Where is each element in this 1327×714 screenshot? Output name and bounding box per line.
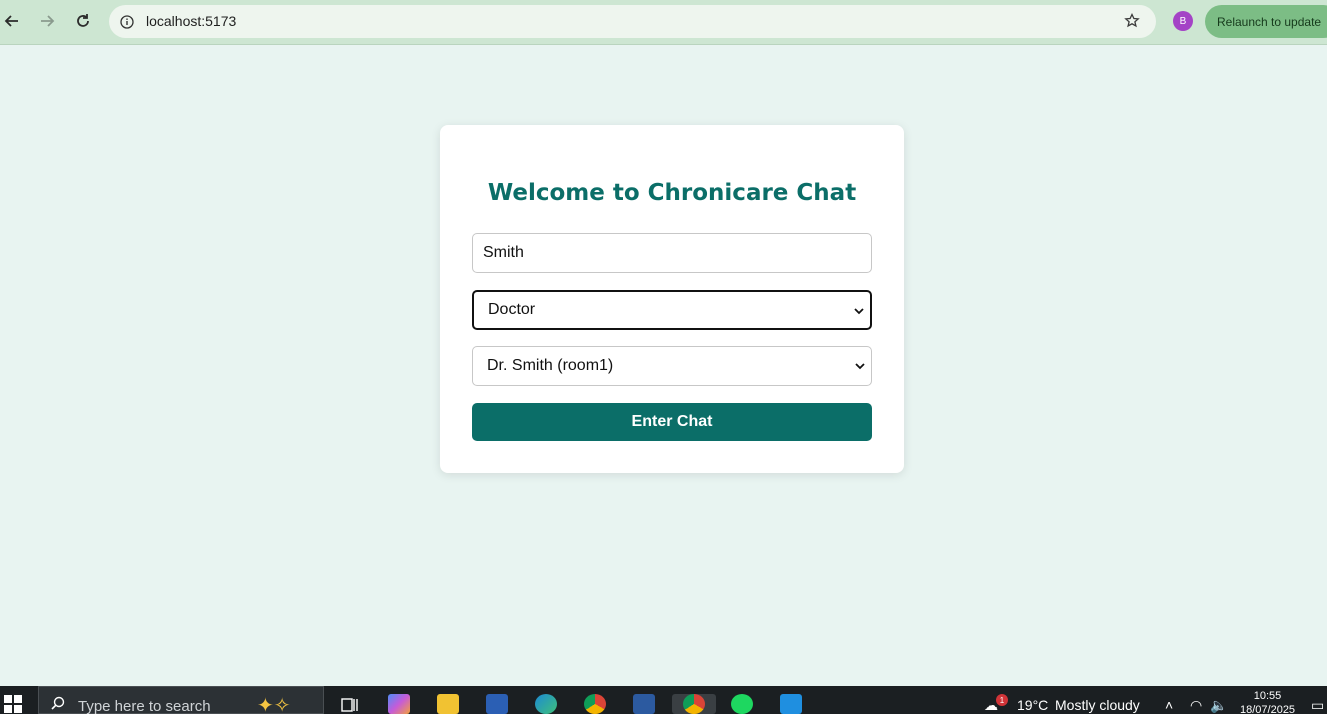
room-select[interactable]: Dr. Smith (room1) xyxy=(472,346,872,386)
name-input-value: Smith xyxy=(483,244,524,261)
role-select-value: Doctor xyxy=(488,301,536,318)
site-info-icon[interactable] xyxy=(118,13,135,30)
windows-taskbar: Type here to search ✦✧ ☁ 1 19°C Mostly c… xyxy=(0,686,1327,714)
notification-center-icon[interactable]: ▭ xyxy=(1311,697,1324,714)
chevron-up-icon[interactable]: ˄ xyxy=(1165,697,1173,713)
edge-icon[interactable] xyxy=(535,694,557,714)
word-icon[interactable] xyxy=(486,694,508,714)
chat-login-card: Welcome to Chronicare Chat Smith Doctor … xyxy=(440,125,904,473)
bookmark-star-icon[interactable] xyxy=(1122,11,1142,31)
file-explorer-icon[interactable] xyxy=(437,694,459,714)
forward-icon[interactable] xyxy=(35,9,59,33)
role-select[interactable]: Doctor xyxy=(472,290,872,330)
volume-icon[interactable]: 🔈 xyxy=(1210,697,1227,714)
search-placeholder: Type here to search xyxy=(78,698,211,714)
chevron-down-icon xyxy=(854,308,864,315)
page-title: Welcome to Chronicare Chat xyxy=(487,180,857,206)
clock-date: 18/07/2025 xyxy=(1240,704,1296,714)
chrome-icon[interactable] xyxy=(584,694,606,714)
chrome-profile-active-icon[interactable] xyxy=(672,694,716,714)
task-view-icon[interactable] xyxy=(339,694,361,714)
windows-start-icon[interactable] xyxy=(4,695,22,713)
copilot-icon[interactable] xyxy=(388,694,410,714)
enter-chat-button[interactable]: Enter Chat xyxy=(472,403,872,441)
address-bar[interactable]: localhost:5173 xyxy=(109,5,1156,38)
room-select-value: Dr. Smith (room1) xyxy=(487,357,614,374)
network-icon[interactable]: ◠ xyxy=(1190,697,1202,714)
spotify-icon[interactable] xyxy=(731,694,753,714)
url-text: localhost:5173 xyxy=(146,13,237,29)
chevron-down-icon xyxy=(855,363,865,370)
name-input[interactable]: Smith xyxy=(472,233,872,273)
clock-time: 10:55 xyxy=(1253,690,1282,702)
vscode-icon[interactable] xyxy=(780,694,802,714)
browser-toolbar: localhost:5173 B Relaunch to update xyxy=(0,0,1327,45)
weather-text[interactable]: Mostly cloudy xyxy=(1055,697,1140,713)
powershell-icon[interactable] xyxy=(633,694,655,714)
sparkle-icon: ✦✧ xyxy=(257,695,291,714)
weather-temp[interactable]: 19°C xyxy=(1017,697,1048,713)
profile-avatar[interactable]: B xyxy=(1173,11,1193,31)
reload-icon[interactable] xyxy=(71,9,95,33)
system-clock[interactable]: 10:55 18/07/2025 xyxy=(1240,689,1295,714)
back-icon[interactable] xyxy=(0,9,24,33)
relaunch-button[interactable]: Relaunch to update xyxy=(1205,5,1327,38)
search-icon xyxy=(51,696,65,710)
notification-badge: 1 xyxy=(996,694,1008,706)
taskbar-search[interactable]: Type here to search ✦✧ xyxy=(38,686,324,714)
